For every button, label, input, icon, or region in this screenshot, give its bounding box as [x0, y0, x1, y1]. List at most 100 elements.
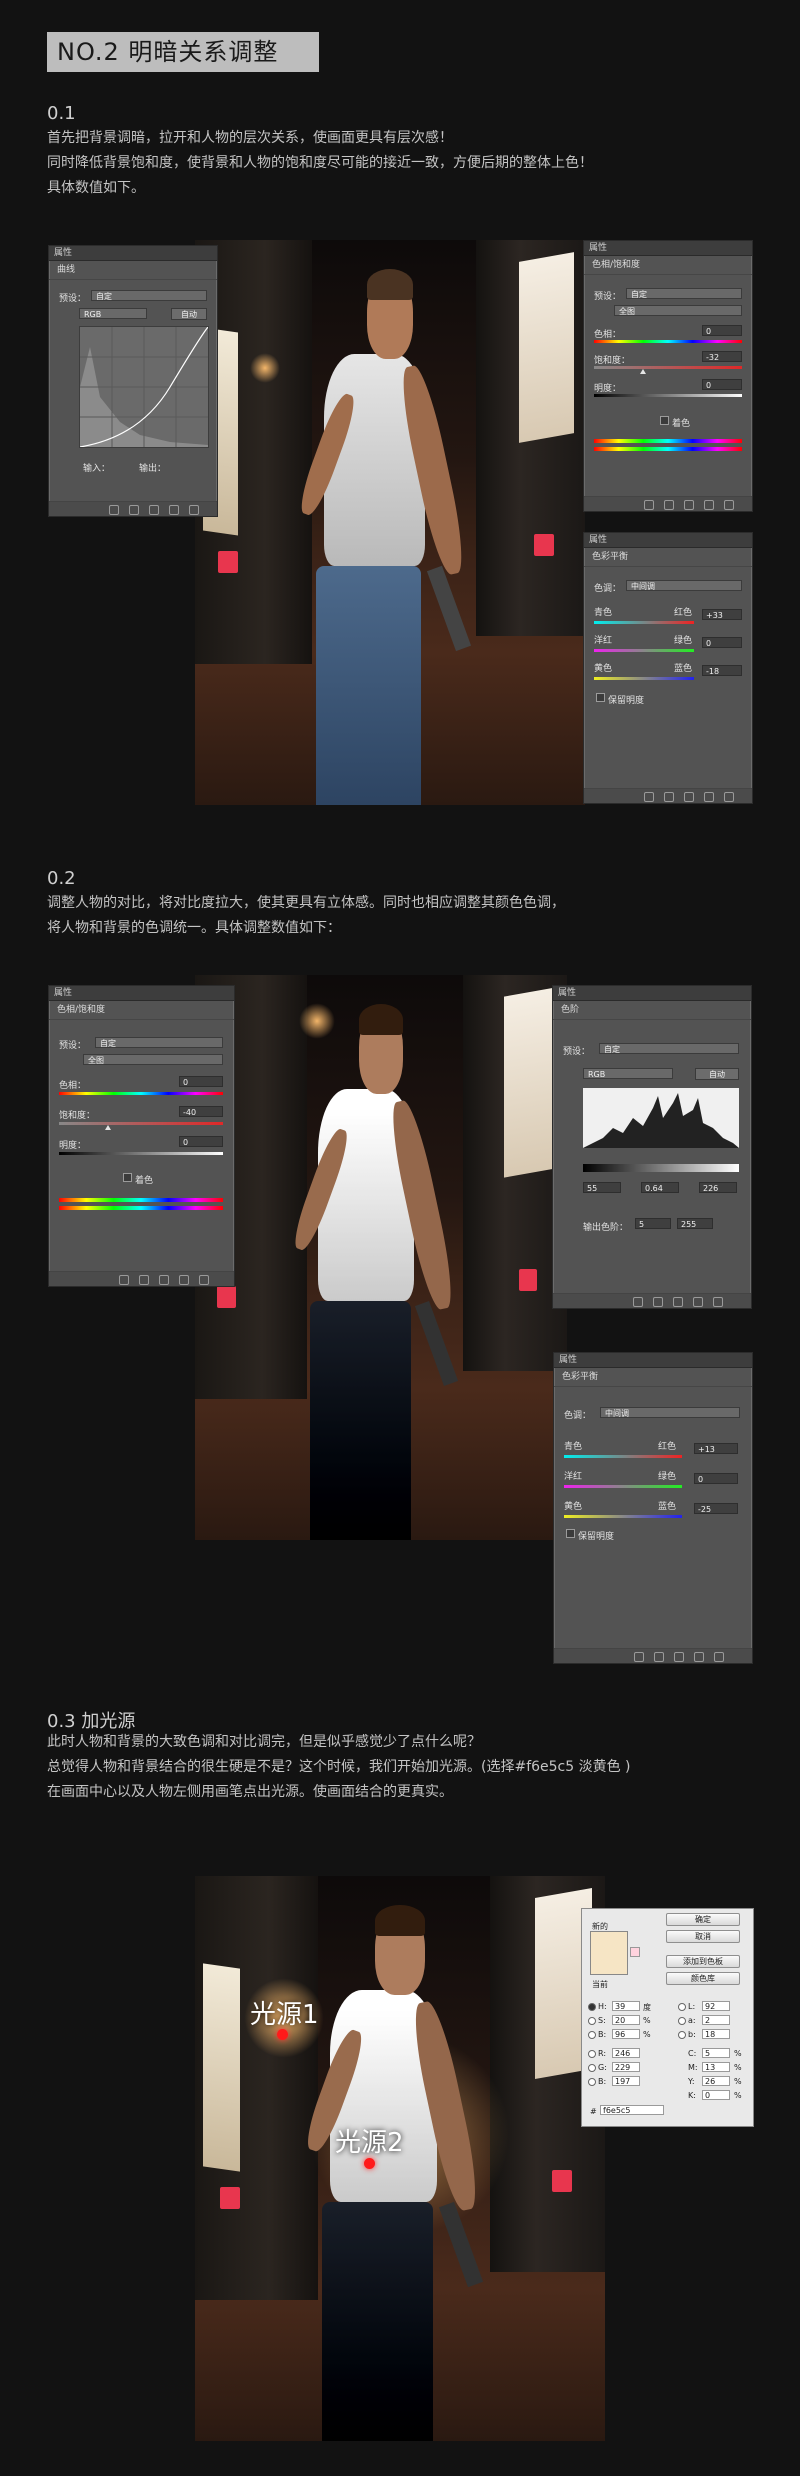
- channel-select[interactable]: RGB: [79, 308, 147, 319]
- g-radio[interactable]: [588, 2064, 596, 2072]
- input-black-field[interactable]: 55: [583, 1182, 621, 1193]
- curves-graph[interactable]: [79, 326, 209, 448]
- preset-select[interactable]: 自定: [95, 1037, 223, 1048]
- h-radio[interactable]: [588, 2003, 596, 2011]
- curve-line: [79, 326, 209, 448]
- auto-button[interactable]: 自动: [171, 308, 207, 320]
- h-field[interactable]: 39: [612, 2001, 640, 2011]
- k-field[interactable]: 0: [702, 2090, 730, 2100]
- light-source-2-marker: [364, 2158, 375, 2169]
- range-select[interactable]: 全图: [83, 1054, 223, 1065]
- preserve-checkbox[interactable]: [566, 1529, 575, 1538]
- preset-select[interactable]: 自定: [599, 1043, 739, 1054]
- saturation-field[interactable]: -40: [179, 1106, 223, 1117]
- tone-select[interactable]: 中间调: [626, 580, 742, 591]
- saturation-slider[interactable]: [594, 366, 742, 369]
- lightness-field[interactable]: 0: [179, 1136, 223, 1147]
- photo-step3: 光源1 光源2: [195, 1876, 605, 2441]
- s-radio[interactable]: [588, 2017, 596, 2025]
- a-radio[interactable]: [678, 2017, 686, 2025]
- magenta-green-field[interactable]: 0: [702, 637, 742, 648]
- colorize-checkbox[interactable]: [123, 1173, 132, 1182]
- yellow-blue-field[interactable]: -25: [694, 1503, 738, 1514]
- text-line: 总觉得人物和背景结合的很生硬是不是？这个时候，我们开始加光源。(选择#f6e5c…: [47, 1759, 631, 1775]
- cancel-button[interactable]: 取消: [666, 1930, 740, 1943]
- cyan-label: 青色: [564, 1442, 583, 1452]
- output-white-field[interactable]: 255: [677, 1218, 713, 1229]
- add-to-swatches-button[interactable]: 添加到色板: [666, 1955, 740, 1968]
- yellow-blue-slider[interactable]: [564, 1515, 682, 1518]
- hue-bar-bottom: [59, 1206, 223, 1210]
- blue-field[interactable]: 197: [612, 2076, 640, 2086]
- hue-slider[interactable]: [594, 340, 742, 343]
- g-field[interactable]: 229: [612, 2062, 640, 2072]
- r-radio[interactable]: [588, 2050, 596, 2058]
- auto-button[interactable]: 自动: [695, 1068, 739, 1080]
- color-libraries-button[interactable]: 颜色库: [666, 1972, 740, 1985]
- hex-field[interactable]: f6e5c5: [600, 2105, 664, 2115]
- lightness-slider[interactable]: [59, 1152, 223, 1155]
- yellow-blue-field[interactable]: -18: [702, 665, 742, 676]
- cyan-red-field[interactable]: +33: [702, 609, 742, 620]
- yellow-blue-slider[interactable]: [594, 677, 694, 680]
- saturation-knob[interactable]: [640, 369, 646, 374]
- h-unit: 度: [643, 2003, 651, 2012]
- y-field[interactable]: 26: [702, 2076, 730, 2086]
- l-field[interactable]: 92: [702, 2001, 730, 2011]
- saturation-slider[interactable]: [59, 1122, 223, 1125]
- hue-field[interactable]: 0: [179, 1076, 223, 1087]
- l-radio[interactable]: [678, 2003, 686, 2011]
- saturation-knob[interactable]: [105, 1125, 111, 1130]
- hue-slider[interactable]: [59, 1092, 223, 1095]
- a-field[interactable]: 2: [702, 2015, 730, 2025]
- lightness-field[interactable]: 0: [702, 379, 742, 390]
- lab-b-field[interactable]: 18: [702, 2029, 730, 2039]
- b-field[interactable]: 96: [612, 2029, 640, 2039]
- cyan-red-slider[interactable]: [564, 1455, 682, 1458]
- preset-select[interactable]: 自定: [91, 290, 207, 301]
- magenta-label: 洋红: [564, 1472, 583, 1482]
- text-line: 将人物和背景的色调统一。具体调整数值如下：: [47, 920, 341, 936]
- panel-title: 色相/饱和度: [584, 256, 752, 275]
- tone-select[interactable]: 中间调: [600, 1407, 740, 1418]
- r-field[interactable]: 246: [612, 2048, 640, 2058]
- preserve-checkbox[interactable]: [596, 693, 605, 702]
- cyan-red-field[interactable]: +13: [694, 1443, 738, 1454]
- ok-button[interactable]: 确定: [666, 1913, 740, 1926]
- channel-select[interactable]: RGB: [583, 1068, 673, 1079]
- cyan-red-slider[interactable]: [594, 621, 694, 624]
- magenta-green-field[interactable]: 0: [694, 1473, 738, 1484]
- blue-label: 蓝色: [674, 664, 693, 674]
- preset-select[interactable]: 自定: [626, 288, 742, 299]
- input-white-field[interactable]: 226: [699, 1182, 737, 1193]
- c-field[interactable]: 5: [702, 2048, 730, 2058]
- output-black-field[interactable]: 5: [635, 1218, 671, 1229]
- yellow-label: 黄色: [594, 664, 613, 674]
- levels-panel: 属性 色阶 预设： 自定 RGB 自动 55 0.64 226 输出色阶： 5 …: [552, 985, 752, 1309]
- color-balance-panel: 属性 色彩平衡 色调： 中间调 青色 红色 +33 洋红 绿色 0 黄色 蓝色 …: [583, 532, 753, 804]
- green-label: 绿色: [658, 1472, 677, 1482]
- lightness-slider[interactable]: [594, 394, 742, 397]
- magenta-green-slider[interactable]: [564, 1485, 682, 1488]
- color-balance-panel: 属性 色彩平衡 色调： 中间调 青色 红色 +13 洋红 绿色 0 黄色 蓝色 …: [553, 1352, 753, 1664]
- saturation-field[interactable]: -32: [702, 351, 742, 362]
- blue-radio[interactable]: [588, 2078, 596, 2086]
- input-gamma-field[interactable]: 0.64: [641, 1182, 679, 1193]
- web-color-icon[interactable]: [630, 1947, 640, 1957]
- range-select[interactable]: 全图: [614, 305, 742, 316]
- yellow-label: 黄色: [564, 1502, 583, 1512]
- panel-tab: 属性: [553, 986, 751, 1001]
- m-field[interactable]: 13: [702, 2062, 730, 2072]
- new-color-swatch: [590, 1931, 628, 1975]
- light-source-2-label: 光源2: [335, 2128, 404, 2158]
- lab-b-radio[interactable]: [678, 2031, 686, 2039]
- s-field[interactable]: 20: [612, 2015, 640, 2025]
- hue-field[interactable]: 0: [702, 325, 742, 336]
- b-radio[interactable]: [588, 2031, 596, 2039]
- output-label: 输出：: [139, 464, 167, 474]
- levels-histogram: [583, 1088, 739, 1148]
- text-line: 调整人物的对比，将对比度拉大，使其更具有立体感。同时也相应调整其颜色色调，: [47, 895, 565, 911]
- magenta-green-slider[interactable]: [594, 649, 694, 652]
- colorize-checkbox[interactable]: [660, 416, 669, 425]
- panel-footer: [49, 501, 217, 516]
